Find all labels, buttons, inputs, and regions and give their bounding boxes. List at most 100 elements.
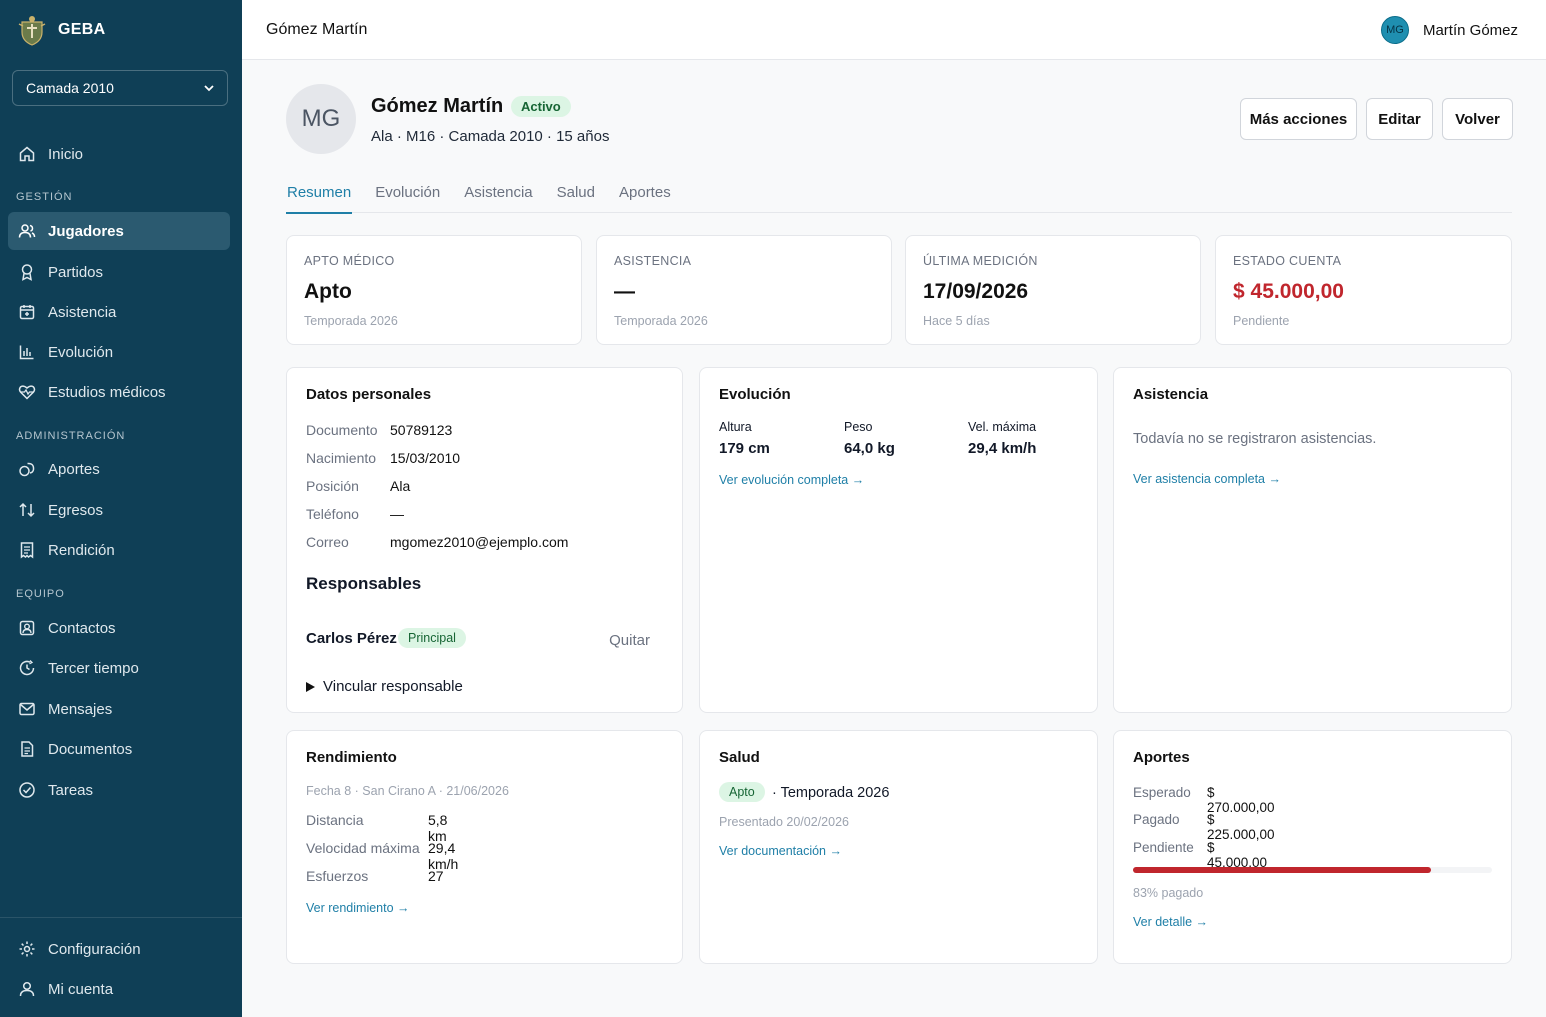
club-crest-icon	[18, 16, 46, 46]
section-label-administracion: ADMINISTRACIÓN	[16, 430, 126, 442]
kv-row-correo: Correo mgomez2010@ejemplo.com	[306, 534, 568, 550]
kv-key: Velocidad máxima	[306, 840, 420, 856]
sidebar-item-inicio[interactable]: Inicio	[8, 135, 230, 173]
kv-key: Posición	[306, 478, 359, 494]
card-evolucion: Evolución Altura 179 cm Peso 64,0 kg Vel…	[699, 367, 1098, 713]
card-title: Rendimiento	[306, 749, 397, 766]
stat-value: $ 45.000,00	[1233, 280, 1344, 303]
sidebar-item-label: Configuración	[48, 940, 141, 958]
card-title: Asistencia	[1133, 386, 1209, 403]
stat-value: 17/09/2026	[923, 280, 1029, 303]
kv-row-pagado: Pagado $ 225.000,00	[1133, 812, 1275, 842]
sidebar-item-evolucion[interactable]: Evolución	[8, 333, 230, 371]
heart-pulse-icon	[18, 385, 36, 400]
sidebar: GEBA Camada 2010 Inicio GESTIÓN Jugadore…	[0, 0, 242, 1017]
tab-asistencia[interactable]: Asistencia	[463, 184, 533, 213]
kv-value: mgomez2010@ejemplo.com	[390, 534, 569, 550]
sidebar-item-contactos[interactable]: Contactos	[8, 609, 230, 647]
ver-rendimiento-link[interactable]: Ver rendimiento →	[306, 901, 410, 915]
sidebar-item-label: Mensajes	[48, 700, 113, 718]
kv-row-esfuerzos: Esfuerzos 27	[306, 868, 444, 884]
edit-button[interactable]: Editar	[1366, 98, 1433, 140]
responsables-title: Responsables	[306, 574, 422, 593]
stat-value: —	[614, 280, 635, 303]
sidebar-item-partidos[interactable]: Partidos	[8, 253, 230, 291]
back-button[interactable]: Volver	[1442, 98, 1513, 140]
remove-responsable-button[interactable]: Quitar	[609, 632, 650, 649]
sidebar-divider	[0, 917, 242, 918]
ver-detalle-link[interactable]: Ver detalle →	[1133, 915, 1208, 929]
sidebar-item-label: Estudios médicos	[48, 383, 166, 401]
card-datos-personales: Datos personales Documento 50789123 Nacim…	[286, 367, 683, 713]
brand[interactable]: GEBA	[0, 0, 242, 60]
stat-label: ESTADO CUENTA	[1233, 254, 1342, 268]
card-aportes: Aportes Esperado $ 270.000,00 Pagado $ 225…	[1113, 730, 1512, 964]
sidebar-item-rendicion[interactable]: Rendición	[8, 531, 230, 569]
sidebar-item-egresos[interactable]: Egresos	[8, 491, 230, 529]
kv-key: Pendiente	[1133, 840, 1194, 855]
status-badge: Activo	[511, 96, 571, 117]
season-text: · Temporada 2026	[772, 785, 890, 801]
check-circle-icon	[19, 782, 35, 798]
principal-badge: Principal	[398, 628, 466, 648]
ver-asistencia-link[interactable]: Ver asistencia completa →	[1133, 472, 1281, 486]
stat-card-estado-cuenta: ESTADO CUENTA $ 45.000,00 Pendiente	[1215, 235, 1512, 345]
kv-row-nacimiento: Nacimiento 15/03/2010	[306, 450, 460, 466]
kv-row-pendiente: Pendiente $ 45.000,00	[1133, 840, 1267, 870]
metric-label: Vel. máxima	[968, 420, 1037, 434]
user-menu[interactable]: MG Martín Gómez	[1380, 16, 1518, 44]
card-title: Evolución	[719, 386, 791, 403]
sidebar-item-label: Contactos	[48, 619, 116, 637]
user-name: Martín Gómez	[1422, 21, 1518, 39]
stat-card-ultima-medicion: ÚLTIMA MEDICIÓN 17/09/2026 Hace 5 días	[905, 235, 1201, 345]
brand-name: GEBA	[58, 21, 106, 38]
player-name: Gómez Martín	[371, 95, 504, 117]
tab-evolucion[interactable]: Evolución	[374, 184, 441, 213]
sidebar-item-tercer-tiempo[interactable]: Tercer tiempo	[8, 649, 230, 687]
stat-label: ÚLTIMA MEDICIÓN	[923, 254, 1038, 268]
sidebar-item-label: Tareas	[48, 781, 94, 799]
kv-key: Documento	[306, 422, 378, 438]
kv-row-posicion: Posición Ala	[306, 478, 410, 494]
sidebar-item-aportes[interactable]: Aportes	[8, 450, 230, 488]
sidebar-item-label: Inicio	[48, 145, 84, 163]
kv-value: $ 225.000,00	[1207, 812, 1275, 842]
link-responsable-toggle[interactable]: Vincular responsable	[306, 678, 463, 695]
kv-row-telefono: Teléfono —	[306, 506, 404, 522]
ver-evolucion-link[interactable]: Ver evolución completa →	[719, 473, 864, 487]
stat-label: ASISTENCIA	[614, 254, 692, 268]
stat-sub: Pendiente	[1233, 314, 1290, 328]
progress-fill	[1133, 867, 1431, 873]
tab-aportes[interactable]: Aportes	[618, 184, 672, 213]
sidebar-item-asistencia[interactable]: Asistencia	[8, 293, 230, 331]
topbar: Gómez Martín MG Martín Gómez	[242, 0, 1546, 60]
metric-value: 64,0 kg	[844, 440, 895, 457]
kv-key: Esperado	[1133, 785, 1191, 800]
medal-icon	[21, 264, 33, 281]
responsable-name: Carlos Pérez	[306, 630, 397, 647]
sidebar-item-estudios-medicos[interactable]: Estudios médicos	[8, 373, 230, 411]
sidebar-item-mi-cuenta[interactable]: Mi cuenta	[8, 970, 230, 1008]
sidebar-item-label: Partidos	[48, 263, 104, 281]
more-actions-button[interactable]: Más acciones	[1240, 98, 1357, 140]
sidebar-item-documentos[interactable]: Documentos	[8, 730, 230, 768]
sidebar-item-tareas[interactable]: Tareas	[8, 771, 230, 809]
progress-label: 83% pagado	[1133, 886, 1204, 900]
kv-value: 15/03/2010	[390, 450, 461, 466]
stat-sub: Temporada 2026	[614, 314, 708, 328]
contact-card-icon	[19, 620, 35, 636]
camada-select[interactable]: Camada 2010	[12, 70, 228, 106]
sidebar-item-jugadores[interactable]: Jugadores	[8, 212, 230, 250]
tab-salud[interactable]: Salud	[556, 184, 596, 213]
kv-value: —	[390, 506, 404, 522]
ver-documentacion-link[interactable]: Ver documentación →	[719, 844, 842, 858]
kv-value: $ 270.000,00	[1207, 785, 1275, 815]
sidebar-item-configuracion[interactable]: Configuración	[8, 930, 230, 968]
arrows-up-down-icon	[19, 502, 35, 518]
tab-resumen[interactable]: Resumen	[286, 184, 353, 214]
stat-card-apto: APTO MÉDICO Apto Temporada 2026	[286, 235, 582, 345]
sidebar-item-mensajes[interactable]: Mensajes	[8, 690, 230, 728]
stat-sub: Temporada 2026	[304, 314, 398, 328]
sidebar-item-label: Tercer tiempo	[48, 659, 139, 677]
sidebar-item-label: Mi cuenta	[48, 980, 114, 998]
